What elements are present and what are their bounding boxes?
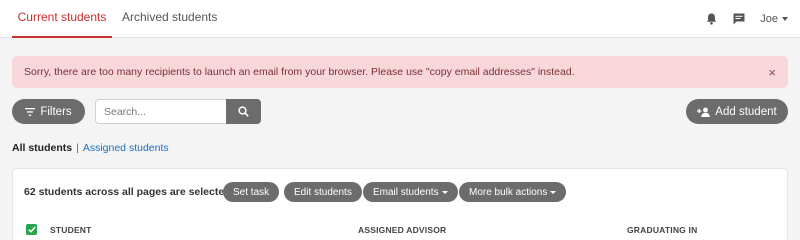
selection-summary: 62 students across all pages are selecte…: [24, 186, 231, 198]
caret-down-icon: [441, 190, 448, 194]
bell-icon[interactable]: [704, 12, 718, 26]
tab-current-students[interactable]: Current students: [12, 0, 112, 38]
email-students-dropdown[interactable]: Email students: [363, 182, 458, 202]
search-input[interactable]: [95, 99, 226, 124]
search-bar: [95, 99, 261, 124]
top-navigation: Current students Archived students Joe: [0, 0, 800, 38]
edit-students-button[interactable]: Edit students: [284, 182, 362, 202]
filters-label: Filters: [40, 105, 72, 118]
column-header-student[interactable]: STUDENT: [50, 225, 92, 235]
checkmark-icon: [27, 226, 36, 233]
set-task-button[interactable]: Set task: [223, 182, 280, 202]
select-all-checkbox[interactable]: [26, 224, 37, 235]
edit-students-label: Edit students: [294, 186, 352, 198]
set-task-label: Set task: [233, 186, 270, 198]
add-student-label: Add student: [715, 105, 777, 118]
error-alert: Sorry, there are too many recipients to …: [12, 56, 788, 88]
search-button[interactable]: [226, 99, 261, 124]
caret-down-icon: [550, 190, 557, 194]
close-icon[interactable]: ×: [768, 65, 776, 80]
chevron-down-icon: [782, 17, 788, 21]
more-bulk-actions-label: More bulk actions: [469, 186, 548, 198]
user-name: Joe: [760, 13, 778, 25]
column-header-assigned-advisor[interactable]: ASSIGNED ADVISOR: [358, 225, 446, 235]
filter-lines-icon: [25, 107, 36, 116]
students-table-card: 62 students across all pages are selecte…: [12, 168, 788, 240]
search-icon: [238, 106, 249, 117]
column-header-graduating-in[interactable]: GRADUATING IN: [627, 225, 697, 235]
filters-button[interactable]: Filters: [12, 99, 85, 124]
assigned-students-link[interactable]: Assigned students: [83, 142, 169, 154]
chat-icon[interactable]: [732, 12, 746, 26]
tab-archived-students[interactable]: Archived students: [122, 0, 217, 38]
add-person-icon: [697, 107, 711, 117]
email-students-label: Email students: [373, 186, 439, 198]
all-students-link[interactable]: All students: [12, 142, 72, 154]
student-view-switcher: All students | Assigned students: [12, 142, 169, 154]
top-right-controls: Joe: [704, 0, 788, 38]
add-student-button[interactable]: Add student: [686, 99, 788, 124]
view-separator: |: [76, 142, 79, 154]
user-menu[interactable]: Joe: [760, 13, 788, 25]
more-bulk-actions-dropdown[interactable]: More bulk actions: [459, 182, 567, 202]
alert-message: Sorry, there are too many recipients to …: [24, 66, 575, 78]
